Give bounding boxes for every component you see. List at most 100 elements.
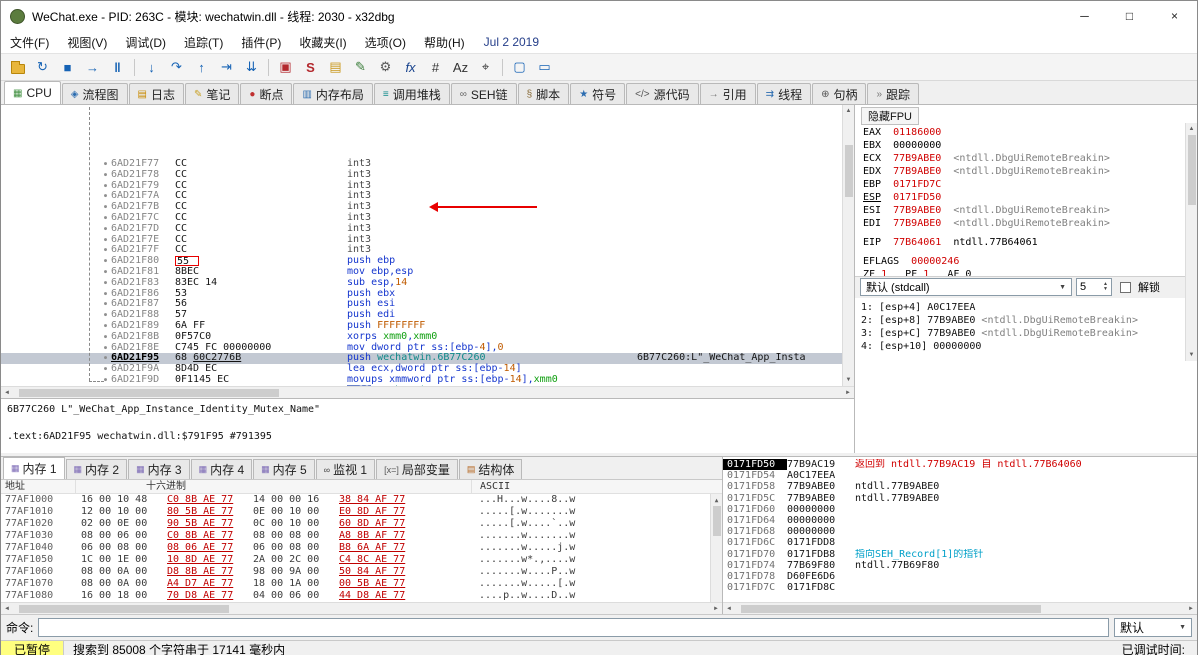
tab-handles[interactable]: ⊕ 句柄 bbox=[812, 83, 867, 104]
scroll-thumb[interactable] bbox=[741, 604, 1041, 613]
trace-record-icon[interactable]: ▣ bbox=[274, 56, 297, 79]
menu-item[interactable]: 文件(F) bbox=[1, 31, 58, 53]
command-input[interactable] bbox=[38, 618, 1109, 637]
tab-source[interactable]: </> 源代码 bbox=[626, 83, 699, 104]
register-row[interactable]: ESI 77B9ABE0 <ntdll.DbgUiRemoteBreakin> bbox=[863, 204, 1181, 217]
scroll-thumb[interactable] bbox=[844, 145, 853, 197]
tab-dump1[interactable]: ▦ 内存 1 bbox=[3, 457, 65, 479]
scroll-left-icon[interactable]: ◄ bbox=[1, 603, 13, 615]
stack-arg-row[interactable]: 4: [esp+10] 00000000 bbox=[861, 340, 1191, 353]
stack-row[interactable]: 0171FD7C 0171FD8C bbox=[723, 582, 1197, 593]
tab-breakpoints[interactable]: ● 断点 bbox=[240, 83, 293, 104]
stack-row[interactable]: 0171FD58 77B9ABE0 ntdll.77B9ABE0 bbox=[723, 481, 1197, 492]
tab-memory-map[interactable]: ▥ 内存布局 bbox=[293, 83, 373, 104]
case-icon[interactable]: Az bbox=[449, 56, 472, 79]
tab-trace[interactable]: » 跟踪 bbox=[867, 83, 920, 104]
scroll-up-icon[interactable]: ▲ bbox=[843, 105, 855, 117]
tab-graph[interactable]: ◈ 流程图 bbox=[61, 83, 128, 104]
tab-notes[interactable]: ✎ 笔记 bbox=[184, 83, 240, 104]
tab-references[interactable]: → 引用 bbox=[699, 83, 756, 104]
disasm-horizontal-scrollbar[interactable]: ◄ ► bbox=[1, 386, 854, 398]
disassembly-rows[interactable]: ● 6AD21F77 CC int3 ● 6AD21F78 CC int3 ● 6AD21F79 C… bbox=[1, 105, 842, 386]
stack-row[interactable]: 0171FD78 D60FE6D6 bbox=[723, 571, 1197, 582]
register-row[interactable]: EDX 77B9ABE0 <ntdll.DbgUiRemoteBreakin> bbox=[863, 165, 1181, 178]
stack-arg-row[interactable]: 3: [esp+C] 77B9ABE0 <ntdll.DbgUiRemoteBr… bbox=[861, 327, 1191, 340]
stack-row[interactable]: 0171FD6C 0171FDD8 bbox=[723, 537, 1197, 548]
scroll-left-icon[interactable]: ◄ bbox=[723, 603, 735, 615]
dump-row[interactable]: 77AF1030 08 00 06 00 C0 8B AE 77 08 00 08 0… bbox=[1, 530, 722, 542]
tab-dump3[interactable]: ▦ 内存 3 bbox=[128, 459, 190, 479]
tab-log[interactable]: ▤ 日志 bbox=[128, 83, 184, 104]
stack-row[interactable]: 0171FD64 00000000 bbox=[723, 515, 1197, 526]
register-row[interactable]: ECX 77B9ABE0 <ntdll.DbgUiRemoteBreakin> bbox=[863, 152, 1181, 165]
menu-item[interactable]: 帮助(H) bbox=[415, 31, 474, 53]
stack-row[interactable]: 0171FD5C 77B9ABE0 ntdll.77B9ABE0 bbox=[723, 493, 1197, 504]
hash-icon[interactable]: # bbox=[424, 56, 447, 79]
stack-row[interactable]: 0171FD54 A0C17EEA bbox=[723, 470, 1197, 481]
register-row[interactable]: EAX 01186000 bbox=[863, 126, 1181, 139]
disasm-row[interactable]: ● 6AD21F7D CC int3 bbox=[1, 223, 842, 235]
scroll-left-icon[interactable]: ◄ bbox=[1, 387, 13, 399]
argument-count-stepper[interactable]: 5 ▲ ▼ bbox=[1076, 278, 1112, 296]
stack-row[interactable]: 0171FD60 00000000 bbox=[723, 504, 1197, 515]
monitor-icon[interactable]: ▭ bbox=[533, 56, 556, 79]
maximize-button[interactable]: □ bbox=[1107, 1, 1152, 31]
fx-icon[interactable]: fx bbox=[399, 56, 422, 79]
command-mode-select[interactable]: 默认 ▼ bbox=[1114, 618, 1192, 637]
dump-table[interactable]: 地址 十六进制 ASCII 77AF1000 16 00 10 48 C0 8B A… bbox=[1, 480, 722, 602]
menu-item[interactable]: 收藏夹(I) bbox=[290, 31, 355, 53]
register-row[interactable]: ZF 1 PF 1 AF 0 bbox=[863, 268, 1181, 276]
menu-item[interactable]: 调试(D) bbox=[116, 31, 175, 53]
step-out-icon[interactable]: ↑ bbox=[190, 56, 213, 79]
menu-item[interactable]: 追踪(T) bbox=[175, 31, 232, 53]
menu-item[interactable]: 选项(O) bbox=[356, 31, 415, 53]
stack-row[interactable]: 0171FD74 77B69F80 ntdll.77B69F80 bbox=[723, 560, 1197, 571]
stack-rows[interactable]: 0171FD50 77B9AC19 返回到 ntdll.77B9AC19 自 ntd… bbox=[723, 457, 1197, 602]
stack-row[interactable]: 0171FD70 0171FDB8 指向SEH_Record[1]的指针 bbox=[723, 549, 1197, 560]
run-to-cursor-icon[interactable]: ⇥ bbox=[215, 56, 238, 79]
minimize-button[interactable]: ─ bbox=[1062, 1, 1107, 31]
tab-locals[interactable]: [x=] 局部变量 bbox=[376, 459, 458, 479]
calling-convention-select[interactable]: 默认 (stdcall) ▼ bbox=[860, 278, 1072, 296]
disasm-vertical-scrollbar[interactable]: ▲ ▼ bbox=[842, 105, 854, 386]
tab-seh[interactable]: ∞ SEH链 bbox=[450, 83, 517, 104]
step-into-icon[interactable]: ↓ bbox=[140, 56, 163, 79]
unlock-checkbox[interactable] bbox=[1120, 281, 1131, 293]
patch-icon[interactable]: ✎ bbox=[349, 56, 372, 79]
tab-dump2[interactable]: ▦ 内存 2 bbox=[65, 459, 128, 479]
tab-dump5[interactable]: ▦ 内存 5 bbox=[253, 459, 315, 479]
stack-arg-row[interactable]: 2: [esp+8] 77B9ABE0 <ntdll.DbgUiRemoteBr… bbox=[861, 314, 1191, 327]
scroll-thumb[interactable] bbox=[1187, 135, 1196, 205]
scroll-down-icon[interactable]: ▼ bbox=[1186, 349, 1198, 361]
scroll-down-icon[interactable]: ▼ bbox=[843, 374, 855, 386]
scroll-right-icon[interactable]: ► bbox=[1185, 603, 1197, 615]
scroll-thumb[interactable] bbox=[712, 506, 721, 536]
scroll-down-icon[interactable]: ▼ bbox=[711, 601, 723, 602]
tab-symbols[interactable]: ★ 符号 bbox=[570, 83, 626, 104]
stack-horizontal-scrollbar[interactable]: ◄ ► bbox=[723, 602, 1197, 614]
register-row[interactable]: ESP 0171FD50 bbox=[863, 191, 1181, 204]
register-row[interactable]: EIP 77B64061 ntdll.77B64061 bbox=[863, 236, 1181, 249]
menu-item[interactable]: 插件(P) bbox=[232, 31, 290, 53]
scroll-right-icon[interactable]: ► bbox=[842, 387, 854, 399]
open-file-icon[interactable] bbox=[6, 56, 29, 79]
tab-watch1[interactable]: ∞ 监视 1 bbox=[315, 459, 376, 479]
snapshot-icon[interactable]: ▤ bbox=[324, 56, 347, 79]
register-row[interactable]: EBX 00000000 bbox=[863, 139, 1181, 152]
stack-row[interactable]: 0171FD68 00000000 bbox=[723, 526, 1197, 537]
register-row[interactable]: EDI 77B9ABE0 <ntdll.DbgUiRemoteBreakin> bbox=[863, 217, 1181, 230]
register-rows[interactable]: EAX 01186000 EBX 00000000 ECX 77B9ABE0 <nt… bbox=[855, 123, 1197, 276]
pause-icon[interactable]: ‖ bbox=[106, 56, 129, 79]
close-button[interactable]: × bbox=[1152, 1, 1197, 31]
scylla-icon[interactable]: S bbox=[299, 56, 322, 79]
dump-row[interactable]: 77AF1010 12 00 10 00 80 5B AE 77 0E 00 10 0… bbox=[1, 506, 722, 518]
dump-row[interactable]: 77AF1020 02 00 0E 00 90 5B AE 77 0C 00 10 0… bbox=[1, 518, 722, 530]
tab-dump4[interactable]: ▦ 内存 4 bbox=[190, 459, 253, 479]
step-over-icon[interactable]: ↷ bbox=[165, 56, 188, 79]
dump-horizontal-scrollbar[interactable]: ◄ ► bbox=[1, 602, 722, 614]
dump-row[interactable]: 77AF1080 16 00 18 00 70 D8 AE 77 04 00 06 0… bbox=[1, 590, 722, 602]
settings-icon[interactable]: ⚙ bbox=[374, 56, 397, 79]
disasm-row[interactable]: ● 6AD21F83 83EC 14 sub esp,14 bbox=[1, 277, 842, 289]
tab-struct[interactable]: ▤ 结构体 bbox=[458, 459, 523, 479]
scroll-up-icon[interactable]: ▲ bbox=[711, 494, 723, 506]
